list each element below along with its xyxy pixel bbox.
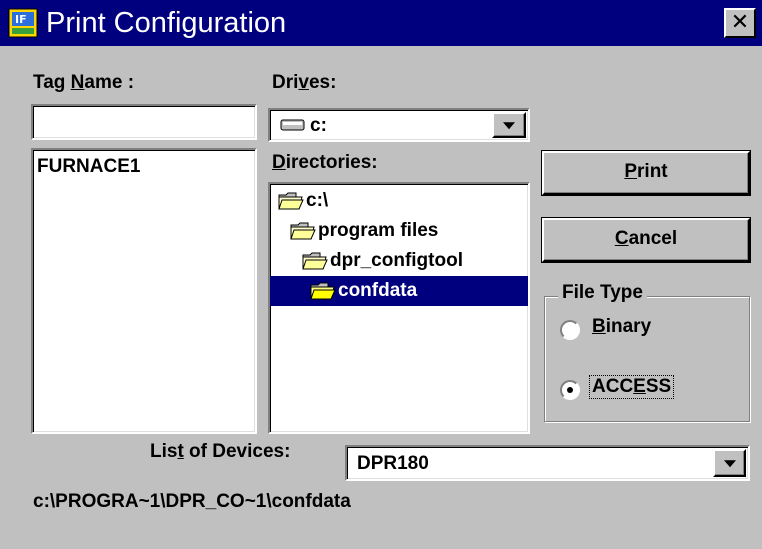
radio-access-label: ACCESS (588, 375, 675, 399)
directory-item[interactable]: confdata (270, 276, 528, 306)
radio-access[interactable]: ACCESS (560, 372, 730, 404)
devices-label: List of Devices: (150, 441, 291, 462)
radio-binary-label: Binary (592, 316, 652, 337)
radio-dot-icon (567, 387, 573, 393)
chevron-down-icon (503, 122, 515, 130)
devices-value: DPR180 (357, 453, 429, 474)
directory-label: dpr_configtool (330, 250, 463, 271)
tag-name-label: Tag Name : (33, 72, 135, 93)
drives-label: Drives: (272, 72, 337, 93)
close-button[interactable]: ✕ (724, 8, 756, 38)
devices-dropdown[interactable]: DPR180 (345, 445, 750, 481)
drive-icon (280, 119, 305, 131)
directory-item[interactable]: program files (270, 216, 528, 246)
directory-label: program files (318, 220, 439, 241)
directory-label: confdata (338, 280, 418, 301)
window-title: Print Configuration (46, 7, 287, 39)
folder-open-icon (310, 280, 336, 301)
app-icon: IF (8, 8, 38, 38)
svg-text:IF: IF (15, 13, 27, 26)
devices-dropdown-button[interactable] (713, 449, 746, 477)
print-button[interactable]: Print (541, 150, 751, 196)
folder-open-icon (290, 220, 316, 241)
chevron-down-icon (723, 460, 736, 468)
directory-item[interactable]: dpr_configtool (270, 246, 528, 276)
folder-open-icon (278, 190, 304, 211)
cancel-button[interactable]: Cancel (541, 217, 751, 263)
current-path: c:\PROGRA~1\DPR_CO~1\confdata (33, 491, 351, 512)
directories-list[interactable]: c:\ program files dpr_configtool confdata (268, 182, 530, 434)
drives-value: c: (310, 115, 327, 136)
drives-dropdown-button[interactable] (492, 112, 526, 138)
tag-list[interactable]: FURNACE1 (31, 148, 257, 434)
radio-binary[interactable]: Binary (560, 312, 730, 344)
list-item[interactable]: FURNACE1 (35, 152, 140, 182)
radio-binary-circle[interactable] (560, 320, 580, 340)
radio-access-circle[interactable] (560, 380, 580, 400)
tag-name-input[interactable] (31, 104, 257, 140)
folder-open-icon (302, 250, 328, 271)
directories-label: Directories: (272, 152, 378, 173)
directory-item[interactable]: c:\ (270, 186, 528, 216)
file-type-legend: File Type (558, 282, 647, 304)
drives-dropdown[interactable]: c: (268, 108, 530, 142)
directory-label: c:\ (306, 190, 329, 211)
